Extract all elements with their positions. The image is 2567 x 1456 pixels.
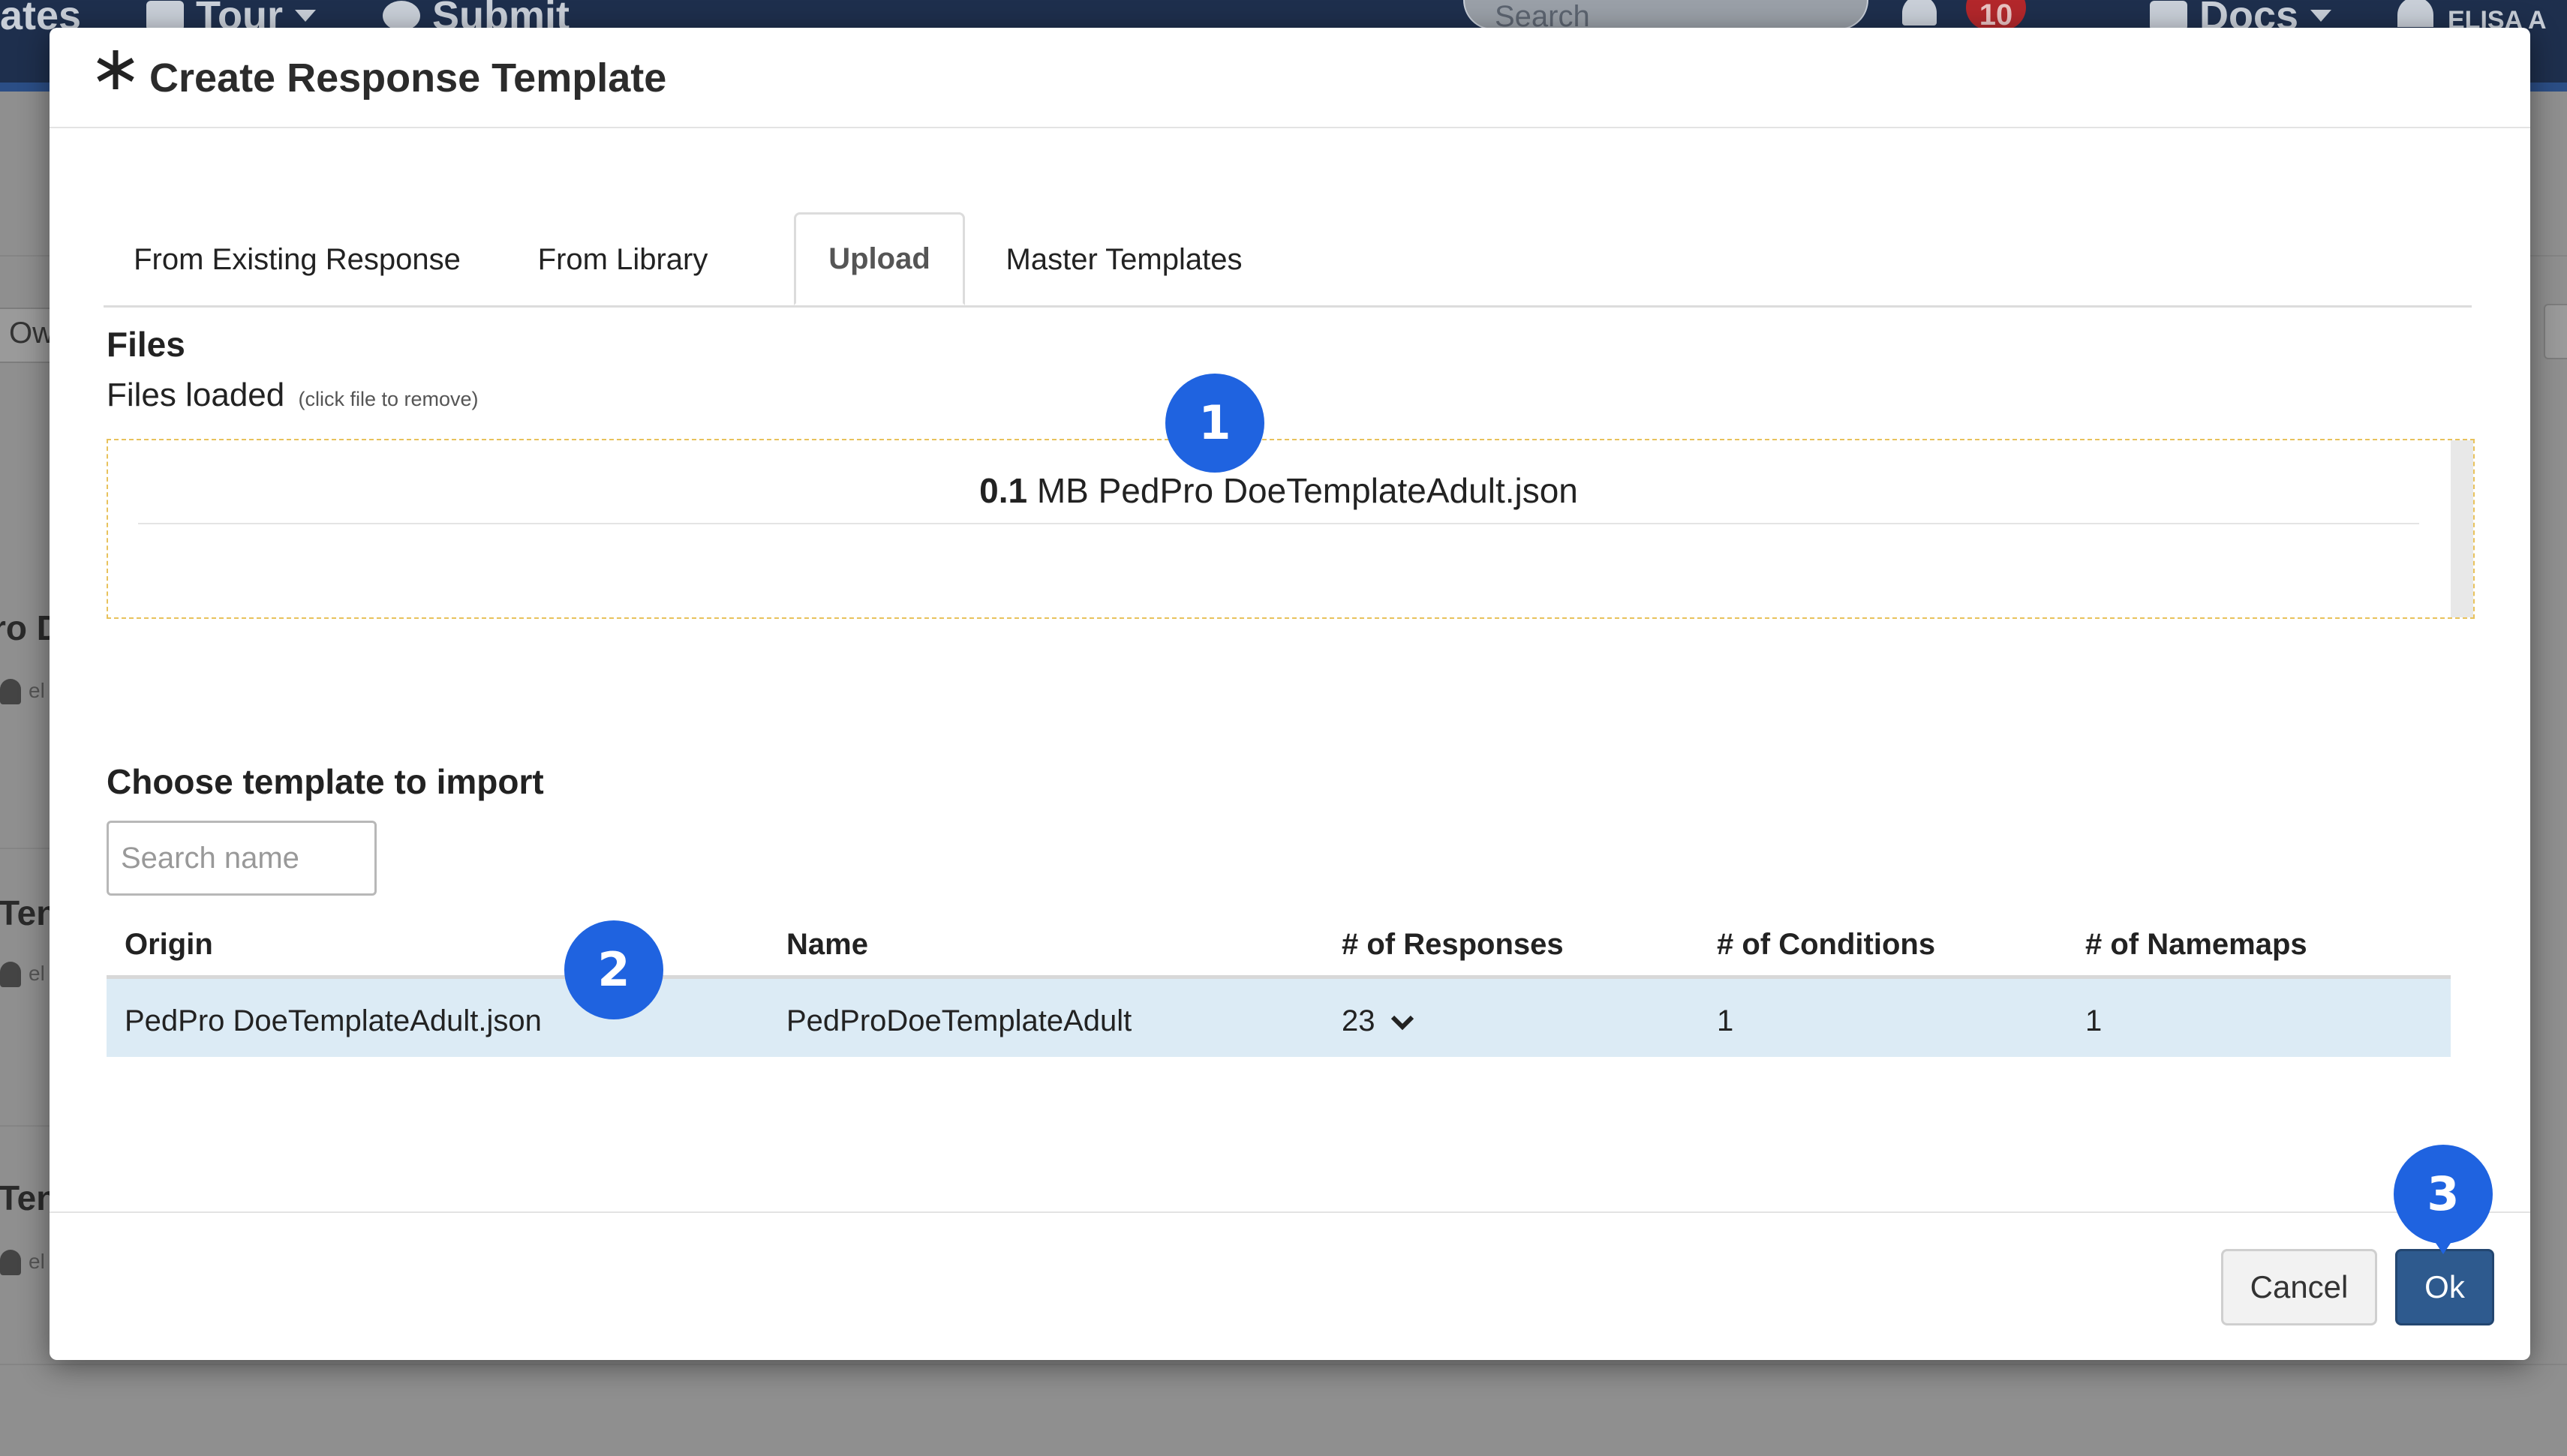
bg-right-control [2544, 304, 2567, 359]
files-loaded-hint: (click file to remove) [298, 388, 479, 410]
bg-filter-text: Ow [9, 317, 54, 350]
bg-list-heading: Ten [0, 893, 58, 932]
tab-master-templates[interactable]: Master Templates [989, 214, 1259, 305]
cell-origin: PedPro DoeTemplateAdult.json [125, 1004, 542, 1037]
notification-count-badge[interactable]: 10 [1966, 0, 2026, 32]
files-loaded-text: Files loaded [107, 377, 285, 413]
table-row[interactable]: PedPro DoeTemplateAdult.json PedProDoeTe… [107, 979, 2451, 1057]
dropzone-scrollbar[interactable] [2451, 440, 2473, 617]
asterisk-icon [97, 50, 134, 89]
bg-list-meta: el [29, 679, 45, 702]
ok-button[interactable]: Ok [2395, 1249, 2494, 1325]
column-header-name[interactable]: Name [786, 928, 868, 962]
app-search-input[interactable]: Search [1463, 0, 1868, 33]
bg-user-icon [0, 679, 21, 704]
file-name: PedPro DoeTemplateAdult.json [1098, 471, 1578, 510]
bg-divider [0, 1125, 53, 1127]
loaded-file-item[interactable]: 0.1 MB PedPro DoeTemplateAdult.json [138, 470, 2419, 524]
chevron-down-icon [294, 10, 316, 22]
cell-responses-value: 23 [1342, 1004, 1375, 1037]
step-marker-3-pointer [2434, 1241, 2452, 1254]
modal-title: Create Response Template [149, 56, 667, 101]
bg-user-icon [0, 1250, 21, 1275]
column-header-responses[interactable]: # of Responses [1342, 928, 1564, 962]
tab-from-library[interactable]: From Library [521, 214, 725, 305]
files-heading: Files [107, 325, 185, 364]
tour-icon [146, 1, 184, 31]
choose-template-heading: Choose template to import [107, 762, 544, 801]
column-header-origin[interactable]: Origin [125, 928, 213, 962]
search-name-input[interactable] [107, 821, 377, 896]
user-icon[interactable] [2397, 0, 2433, 27]
bg-filter-box: Ow [0, 308, 56, 363]
cell-namemaps: 1 [2085, 1004, 2103, 1037]
submit-icon [383, 1, 420, 31]
files-loaded-label: Files loaded (click file to remove) [107, 377, 479, 414]
chevron-down-icon [2310, 10, 2332, 22]
tab-from-existing-response[interactable]: From Existing Response [104, 214, 491, 305]
create-response-template-modal: Create Response Template From Existing R… [50, 28, 2530, 1360]
bg-user-icon [0, 962, 21, 987]
chevron-down-icon[interactable] [1390, 1013, 1415, 1031]
cancel-button[interactable]: Cancel [2221, 1249, 2377, 1325]
bell-icon[interactable] [1902, 0, 1937, 26]
template-source-tabs: From Existing Response From Library Uplo… [104, 185, 2472, 308]
modal-footer-divider [50, 1211, 2530, 1213]
file-size-unit: MB [1036, 471, 1089, 510]
file-size-value: 0.1 [979, 471, 1028, 510]
modal-header: Create Response Template [50, 28, 2530, 128]
step-marker-2: 2 [564, 920, 663, 1019]
column-header-namemaps[interactable]: # of Namemaps [2085, 928, 2307, 962]
bg-divider [0, 1364, 2567, 1365]
bg-list-meta: el [29, 962, 45, 985]
cell-name: PedProDoeTemplateAdult [786, 1004, 1132, 1037]
cell-responses[interactable]: 23 [1342, 1004, 1415, 1038]
step-marker-1: 1 [1165, 374, 1264, 473]
column-header-conditions[interactable]: # of Conditions [1717, 928, 1935, 962]
tab-upload[interactable]: Upload [794, 212, 965, 305]
cell-conditions: 1 [1717, 1004, 1734, 1037]
step-marker-3: 3 [2394, 1145, 2493, 1244]
docs-icon [2150, 1, 2187, 31]
bg-divider [0, 848, 53, 849]
bg-list-meta: el [29, 1250, 45, 1273]
bg-list-heading: Ten [0, 1178, 58, 1217]
file-dropzone[interactable]: 0.1 MB PedPro DoeTemplateAdult.json [107, 439, 2475, 619]
